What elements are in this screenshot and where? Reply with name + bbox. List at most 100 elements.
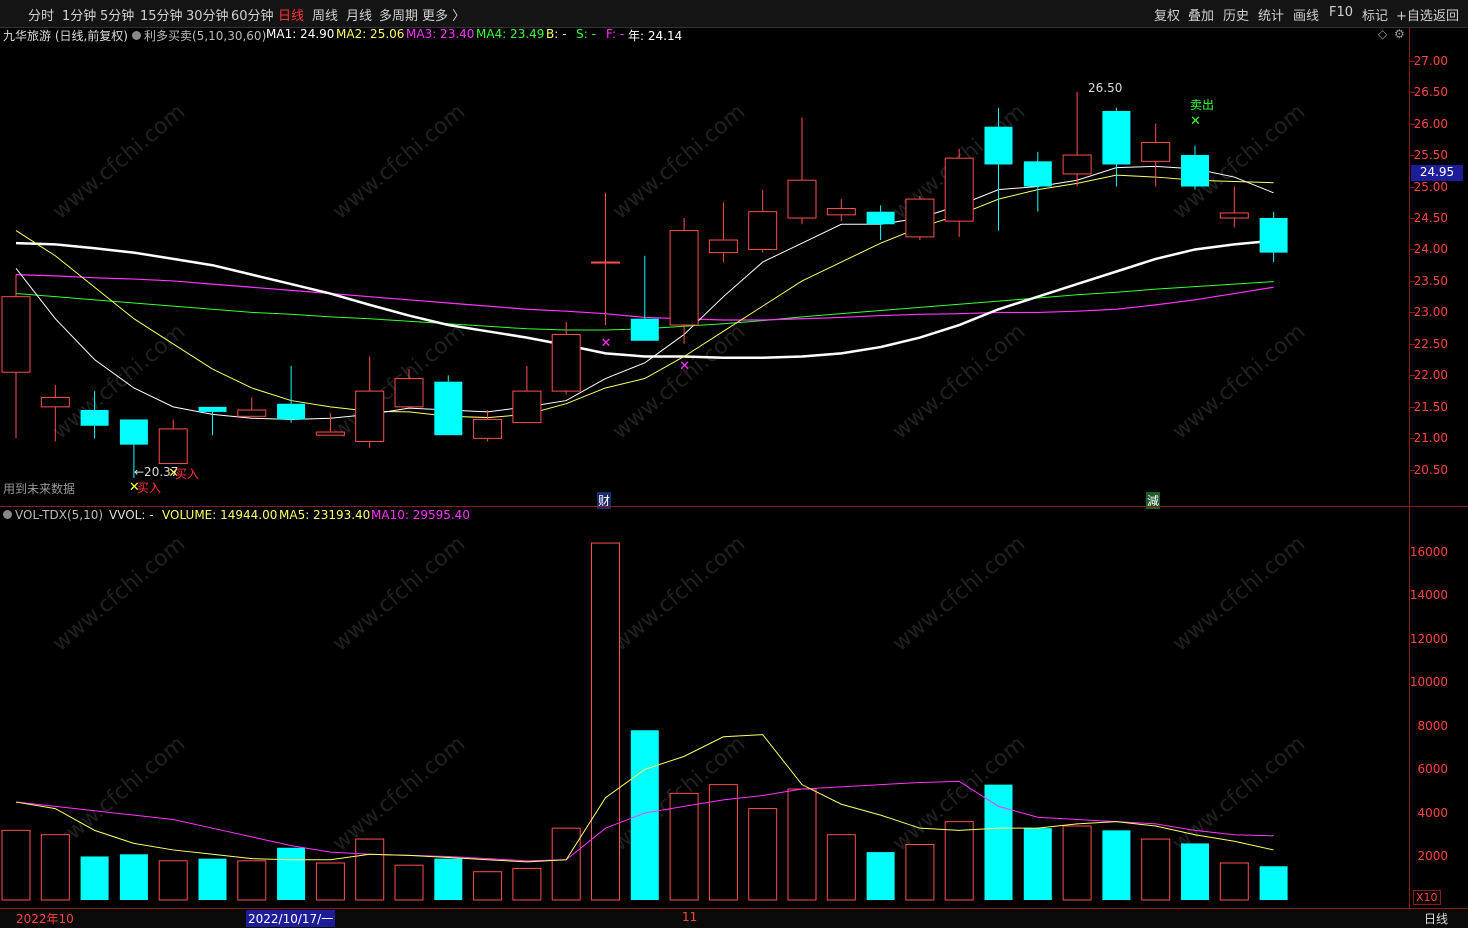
tab-fenshi[interactable]: 分时: [28, 5, 54, 24]
future-data-note: 用到未来数据: [3, 482, 76, 496]
watermark-text: www.cfchi.com: [48, 319, 190, 444]
statistics-button[interactable]: 统计: [1258, 5, 1284, 24]
restore-rights-button[interactable]: 复权: [1154, 5, 1180, 24]
candle-body: [748, 211, 778, 250]
volume-bar: [237, 860, 267, 901]
volume-value: VOLUME: 14944.00: [162, 508, 278, 522]
price-tick-mark: [1410, 249, 1415, 251]
tab-monthly[interactable]: 月线: [346, 5, 372, 24]
candle-body: [1141, 141, 1171, 162]
candle: [748, 189, 778, 253]
draw-line-button[interactable]: 画线: [1293, 5, 1319, 24]
candle: [434, 375, 463, 436]
tab-more[interactable]: 更多 〉: [422, 5, 465, 24]
indicator-dot-icon: [132, 31, 141, 40]
period-label[interactable]: 日线: [1424, 910, 1448, 927]
watermark-text: www.cfchi.com: [328, 731, 470, 856]
volume-bar: [984, 784, 1013, 900]
tab-weekly[interactable]: 周线: [312, 5, 338, 24]
sell-marker: ✕: [1190, 114, 1201, 129]
diamond-icon[interactable]: ◇: [1378, 27, 1387, 41]
candle-body: [512, 390, 542, 424]
date-label-nov: 11: [682, 910, 698, 924]
watermark-text: www.cfchi.com: [328, 531, 470, 656]
settings-icon[interactable]: ⚙: [1394, 27, 1405, 41]
price-tick-label: 20.50: [1413, 462, 1448, 477]
watermark-text: www.cfchi.com: [608, 99, 750, 224]
candle: [866, 205, 895, 241]
ma4-value: MA4: 23.49: [476, 27, 545, 41]
watermark-text: www.cfchi.com: [888, 319, 1030, 444]
candle: [237, 397, 267, 417]
candle-body: [944, 157, 974, 222]
price-tick-label: 26.50: [1413, 85, 1448, 100]
candle: [1181, 145, 1209, 190]
volume-bar: [1, 829, 31, 901]
candle-body: [787, 179, 817, 219]
price-tick-label: 24.00: [1413, 242, 1448, 257]
buy-signal-label-1: 买入: [137, 481, 162, 495]
vvol-value: VVOL: -: [109, 508, 154, 522]
candle: [826, 199, 856, 222]
watermark-text: www.cfchi.com: [1168, 319, 1310, 444]
candle-body: [866, 211, 895, 225]
price-tick-label: 22.00: [1413, 368, 1448, 383]
watermark-text: www.cfchi.com: [328, 99, 470, 224]
watermark-text: www.cfchi.com: [48, 531, 190, 656]
volume-chart[interactable]: www.cfchi.com www.cfchi.com www.cfchi.com w…: [0, 522, 1410, 906]
candle-body: [315, 431, 345, 436]
candle-body: [119, 419, 148, 445]
candle-body: [551, 333, 581, 392]
candle: [512, 365, 542, 424]
candle-body: [277, 403, 306, 420]
volume-tick-label: 14000: [1409, 588, 1448, 603]
tab-15min[interactable]: 15分钟: [140, 5, 183, 24]
volume-bar: [748, 808, 778, 901]
candle: [277, 365, 306, 423]
vol-name-label: VOL-TDX(5,10): [15, 508, 104, 522]
price-tick-label: 21.00: [1413, 431, 1448, 446]
volume-tick-label: 6000: [1417, 762, 1448, 777]
candle-body: [984, 126, 1013, 165]
vol-indicator-name[interactable]: VOL-TDX(5,10): [3, 508, 103, 522]
price-tick-mark: [1410, 217, 1415, 219]
volume-bar: [1141, 838, 1171, 901]
mark-button[interactable]: 标记: [1362, 5, 1388, 24]
back-button[interactable]: 返回: [1433, 5, 1459, 24]
volume-tick-label: 12000: [1409, 631, 1448, 646]
candle-body: [237, 409, 267, 417]
candle: [551, 321, 581, 395]
history-button[interactable]: 历史: [1223, 5, 1249, 24]
watermark-text: www.cfchi.com: [1168, 531, 1310, 656]
volume-bar: [473, 871, 503, 901]
tab-multi-period[interactable]: 多周期: [379, 5, 418, 24]
overlay-button[interactable]: 叠加: [1188, 5, 1214, 24]
price-tick-mark: [1410, 280, 1415, 282]
candle-body: [434, 381, 463, 436]
volume-bar: [1102, 830, 1131, 900]
candle-body: [158, 428, 188, 465]
volume-bar: [591, 542, 620, 901]
tab-daily[interactable]: 日线: [278, 5, 304, 24]
volume-bar: [630, 730, 659, 900]
s-value: S: -: [576, 27, 596, 41]
tab-5min[interactable]: 5分钟: [100, 5, 134, 24]
candle-body: [591, 261, 620, 264]
tab-1min[interactable]: 1分钟: [62, 5, 96, 24]
volume-bar: [826, 834, 856, 901]
low-price-label: ←20.37: [134, 465, 179, 479]
tab-30min[interactable]: 30分钟: [186, 5, 229, 24]
volume-bar: [394, 864, 424, 901]
f10-button[interactable]: F10: [1329, 5, 1353, 20]
candle-body: [1102, 110, 1131, 165]
add-watchlist-button[interactable]: +自选: [1396, 5, 1433, 24]
candle: [944, 148, 974, 237]
tab-60min[interactable]: 60分钟: [231, 5, 274, 24]
volume-bar: [944, 821, 974, 901]
candle-body: [394, 378, 424, 408]
candle: [1062, 92, 1092, 187]
ma3-value: MA3: 23.40: [406, 27, 475, 41]
volume-bar: [669, 792, 699, 901]
candle: [905, 195, 935, 241]
volume-tick-label: 8000: [1417, 718, 1448, 733]
